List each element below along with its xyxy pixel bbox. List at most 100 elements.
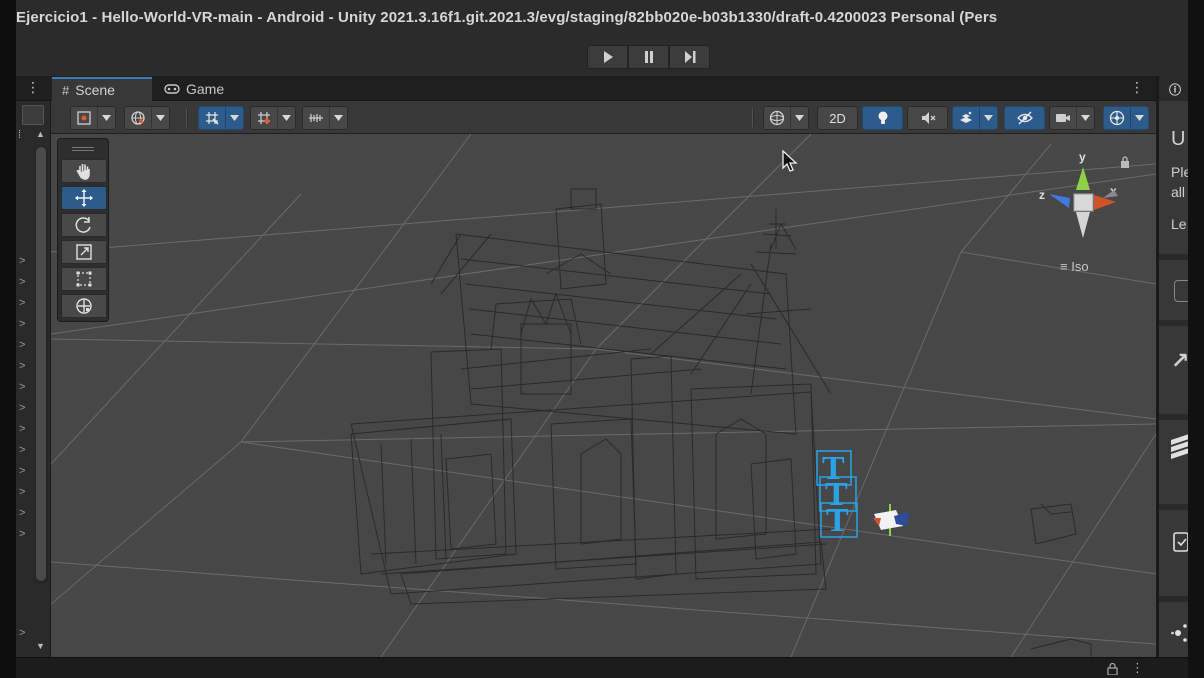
projection-toggle[interactable]: ≡ Iso <box>1060 259 1089 274</box>
grid-hash-icon: # <box>62 82 70 98</box>
window-title: Ejercicio1 - Hello-World-VR-main - Andro… <box>16 9 998 26</box>
expand-chevron-icon[interactable]: > <box>19 381 25 393</box>
play-button[interactable] <box>587 45 628 69</box>
tool-palette <box>57 138 109 322</box>
gizmo-center-cube[interactable] <box>1073 193 1094 212</box>
editor-tab-bar: ⋮ # Scene Game ⋮ <box>16 76 1156 101</box>
hierarchy-toggle-icon[interactable] <box>22 105 44 125</box>
camera-icon <box>1056 114 1070 122</box>
pause-button[interactable] <box>628 45 669 69</box>
hidden-eye-icon <box>1016 111 1033 125</box>
grid-snapping-toggle[interactable] <box>198 106 244 130</box>
scroll-down-icon[interactable]: ▼ <box>36 641 45 651</box>
camera-settings-dropdown[interactable] <box>1049 106 1095 130</box>
orientation-gizmo[interactable]: y x z <box>1030 150 1130 250</box>
play-toolbar <box>16 38 1188 76</box>
expand-chevron-icon[interactable]: > <box>19 465 25 477</box>
expand-chevron-icon[interactable]: > <box>19 402 25 414</box>
rect-tool-button[interactable] <box>61 267 107 291</box>
gizmos-dropdown[interactable] <box>1103 106 1149 130</box>
toggle-2d-button[interactable]: 2D <box>817 106 858 130</box>
hand-tool-button[interactable] <box>61 159 107 183</box>
inspector-divider <box>1159 504 1188 510</box>
ruler-snap-dropdown[interactable] <box>302 106 348 130</box>
effects-dropdown[interactable] <box>952 106 998 130</box>
move-tool-button[interactable] <box>61 186 107 210</box>
scrollbar-thumb[interactable] <box>36 147 46 581</box>
chevron-down-icon <box>151 107 169 129</box>
global-local-dropdown[interactable] <box>124 106 170 130</box>
clipboard-icon <box>1173 532 1188 552</box>
pause-icon <box>644 51 653 63</box>
audio-toggle[interactable] <box>907 106 948 130</box>
inspector-title: U <box>1171 128 1186 150</box>
inspector-divider <box>1159 596 1188 602</box>
chevron-down-icon <box>225 107 243 129</box>
camera-gizmo-icon[interactable] <box>873 504 909 536</box>
drag-handle-icon: ⁞ <box>18 129 22 141</box>
scale-tool-button[interactable] <box>61 240 107 264</box>
toggle-2d-label: 2D <box>829 110 846 126</box>
lock-icon[interactable] <box>1107 663 1118 675</box>
inspector-icon-fragment: ↗ <box>1171 348 1188 373</box>
gizmo-neg-y-cone[interactable] <box>1076 212 1090 238</box>
info-icon[interactable]: ⓘ <box>1169 81 1181 98</box>
gizmo-axis-y-label: y <box>1079 150 1086 164</box>
grid-snap-icon <box>206 112 219 125</box>
pivot-center-icon <box>77 111 91 125</box>
gizmo-axis-z-label: z <box>1039 188 1045 202</box>
step-icon <box>684 51 695 63</box>
inspector-text-line: all <box>1171 184 1186 200</box>
expand-chevron-icon[interactable]: > <box>19 360 25 372</box>
tab-scene[interactable]: # Scene <box>52 77 152 101</box>
expand-chevron-icon[interactable]: > <box>19 627 25 639</box>
expand-chevron-icon[interactable]: > <box>19 507 25 519</box>
transform-tool-button[interactable] <box>61 294 107 318</box>
expand-chevron-icon[interactable]: > <box>19 255 25 267</box>
inspector-text-line: Le <box>1171 216 1187 232</box>
shading-sphere-icon <box>769 110 785 126</box>
toolbar-separator <box>752 109 754 127</box>
draw-mode-dropdown[interactable] <box>763 106 809 130</box>
increment-snap-dropdown[interactable] <box>250 106 296 130</box>
gizmo-lock-icon[interactable] <box>1119 156 1131 168</box>
inspector-divider <box>1159 414 1188 420</box>
scroll-up-icon[interactable]: ▲ <box>36 129 45 139</box>
gizmo-z-cone[interactable] <box>1049 194 1070 208</box>
drag-grip-icon[interactable] <box>72 147 94 151</box>
expand-chevron-icon[interactable]: > <box>19 486 25 498</box>
expand-chevron-icon[interactable]: > <box>19 444 25 456</box>
scale-icon <box>76 244 92 260</box>
chevron-down-icon <box>329 107 347 129</box>
scene-menu-icon[interactable]: ⋮ <box>1130 79 1144 96</box>
scene-grid-and-geometry: T T T <box>51 134 1156 657</box>
rotate-icon <box>75 217 91 233</box>
status-menu-icon[interactable]: ⋮ <box>1131 660 1144 676</box>
tab-game[interactable]: Game <box>154 77 244 101</box>
expand-chevron-icon[interactable]: > <box>19 339 25 351</box>
expand-chevron-icon[interactable]: > <box>19 423 25 435</box>
scene-viewport[interactable]: T T T <box>51 134 1156 657</box>
scene-visibility-toggle[interactable] <box>1004 106 1045 130</box>
expand-chevron-icon[interactable]: > <box>19 297 25 309</box>
transform-combined-icon <box>76 298 92 314</box>
expand-chevron-icon[interactable]: > <box>19 318 25 330</box>
sparkle-icon <box>1171 624 1187 642</box>
expand-chevron-icon[interactable]: > <box>19 276 25 288</box>
inspector-button[interactable] <box>1174 280 1188 302</box>
hand-icon <box>76 164 90 180</box>
expand-chevron-icon[interactable]: > <box>19 528 25 540</box>
projection-label: Iso <box>1071 259 1089 274</box>
tool-handle-dropdown[interactable] <box>70 106 116 130</box>
rotate-tool-button[interactable] <box>61 213 107 237</box>
gizmo-y-cone[interactable] <box>1076 167 1090 190</box>
gizmo-globe-icon <box>1109 110 1125 126</box>
lighting-toggle[interactable] <box>862 106 903 130</box>
toolbar-separator <box>186 109 188 127</box>
title-bar: Ejercicio1 - Hello-World-VR-main - Andro… <box>16 0 1188 38</box>
move-arrows-icon <box>75 189 93 207</box>
tab-scene-label: Scene <box>75 82 115 98</box>
step-button[interactable] <box>669 45 710 69</box>
effects-layers-icon <box>960 111 972 123</box>
panel-menu-icon[interactable]: ⋮ <box>26 79 40 96</box>
